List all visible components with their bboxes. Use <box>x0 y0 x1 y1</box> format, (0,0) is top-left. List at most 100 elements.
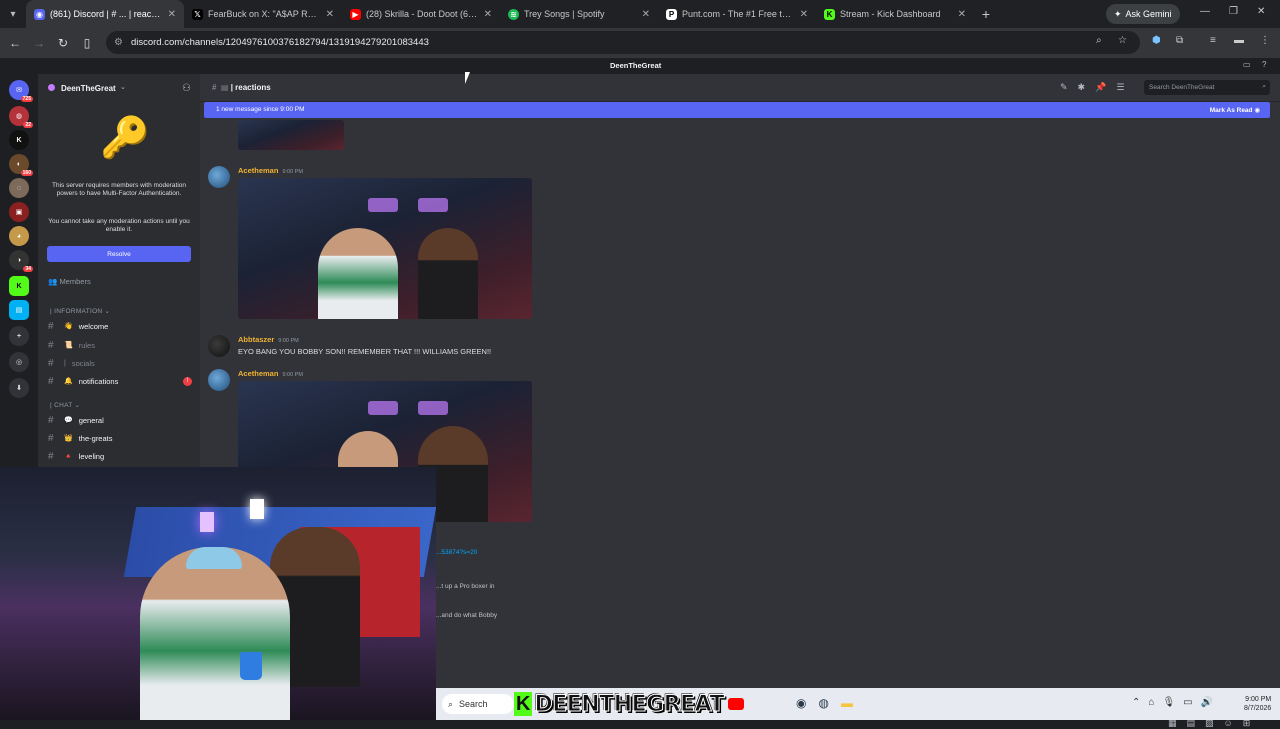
notification-settings-icon[interactable]: ✱ <box>1078 82 1096 92</box>
server-icon[interactable]: ▣ <box>9 202 29 222</box>
mark-as-read-button[interactable]: Mark As Read ◉ <box>1210 106 1260 114</box>
server-icon[interactable]: ◐ 160 <box>9 154 33 176</box>
tab-search-icon[interactable]: ▾ <box>0 0 26 28</box>
ask-gemini-button[interactable]: ✦ Ask Gemini <box>1106 4 1180 24</box>
direct-messages-icon[interactable]: ✉ 725 <box>9 80 33 102</box>
members-link[interactable]: 👥 Members <box>48 277 91 286</box>
message-author[interactable]: Acetheman 9:00 PM <box>238 166 303 175</box>
mention-badge: ! <box>183 376 192 386</box>
author-name: Acetheman <box>238 166 279 175</box>
server-icon[interactable]: ◑ 34 <box>9 250 33 272</box>
tab-kick[interactable]: K Stream - Kick Dashboard ✕ <box>816 0 974 28</box>
channel-label: rules <box>78 340 95 350</box>
server-icon[interactable]: ▤ <box>9 300 29 320</box>
server-name[interactable]: DeenTheGreat <box>61 84 116 93</box>
close-icon[interactable]: ✕ <box>484 9 492 20</box>
punt-icon: P <box>666 8 677 20</box>
channel-title-label: reactions <box>235 83 271 92</box>
close-icon[interactable]: ✕ <box>958 9 966 20</box>
resolve-button[interactable]: Resolve <box>47 246 191 262</box>
new-messages-bar[interactable]: 1 new message since 9:00 PM Mark As Read… <box>204 102 1270 118</box>
extensions-puzzle-icon[interactable]: ⧉ <box>1176 35 1183 46</box>
microphone-icon[interactable]: 🎙 <box>1162 697 1183 708</box>
close-icon[interactable]: ✕ <box>800 9 808 20</box>
message-author[interactable]: Abbtaszer 9:00 PM <box>238 335 299 344</box>
channel-leveling[interactable]: # 🔺 leveling <box>48 448 198 464</box>
channel-notifications[interactable]: # 🔔 notifications ! <box>48 373 198 389</box>
close-icon[interactable]: ✕ <box>326 9 334 20</box>
threads-icon[interactable]: ✎ <box>1060 82 1078 92</box>
category-information[interactable]: | INFORMATION ⌄ <box>50 307 110 315</box>
profile-icon[interactable]: ▬ <box>1234 35 1244 46</box>
tab-punt[interactable]: P Punt.com - The #1 Free to Play... ✕ <box>658 0 816 28</box>
extension-icon[interactable]: ⬢ <box>1152 35 1161 46</box>
media-controls-icon[interactable]: ≡ <box>1210 35 1216 46</box>
tab-discord[interactable]: ◉ (861) Discord | # ... | reactions ✕ <box>26 0 184 28</box>
site-info-icon[interactable]: ⚙ <box>114 37 123 48</box>
tab-spotify[interactable]: ≋ Trey Songs | Spotify ✕ <box>500 0 658 28</box>
webcam-cup <box>240 652 262 680</box>
browser-tab-bar: ▾ ◉ (861) Discord | # ... | reactions ✕ … <box>0 0 1280 28</box>
wave-icon: 👋 <box>64 323 73 330</box>
taskbar-search[interactable]: ⌕ Search <box>442 694 514 714</box>
restore-icon[interactable]: ❐ <box>1229 6 1238 17</box>
chevron-up-icon[interactable]: ⌃ <box>1132 697 1148 708</box>
bookmark-star-icon[interactable]: ☆ <box>1118 35 1127 46</box>
address-bar[interactable]: ⚙ discord.com/channels/12049761003761827… <box>106 31 1140 54</box>
forward-icon[interactable]: → <box>27 36 51 50</box>
taskbar-clock[interactable]: 9:00 PM 8/7/2026 <box>1244 695 1271 713</box>
discover-icon[interactable]: ◎ <box>9 352 29 372</box>
add-server-icon[interactable]: + <box>9 326 29 346</box>
help-icon[interactable]: ? <box>1262 60 1266 69</box>
avatar[interactable] <box>208 335 230 357</box>
category-chat[interactable]: | CHAT ⌄ <box>50 401 80 409</box>
tab-youtube[interactable]: ▶ (28) Skrilla - Doot Doot (6 7) (O... ✕ <box>342 0 500 28</box>
channel-rules[interactable]: # 📜 rules <box>48 337 198 353</box>
search-input[interactable]: Search DeenTheGreat ⌕ <box>1144 80 1270 95</box>
tab-x[interactable]: 𝕏 FearBuck on X: "A$AP Rocky g... ✕ <box>184 0 342 28</box>
menu-kebab-icon[interactable]: ⋮ <box>1260 35 1270 46</box>
server-icon[interactable]: K <box>9 276 29 296</box>
file-explorer-icon[interactable]: ▬ <box>841 696 865 710</box>
zoom-icon[interactable]: ⌕ <box>1096 35 1102 46</box>
avatar[interactable] <box>208 166 230 188</box>
display-icon[interactable]: ▭ <box>1183 697 1200 708</box>
bell-icon: 🔔 <box>64 378 73 385</box>
server-icon[interactable]: ◍ 22 <box>9 106 33 128</box>
mfa-subtext: You cannot take any moderation actions u… <box>48 218 190 234</box>
chrome-icon[interactable]: ◍ <box>818 696 840 710</box>
close-icon[interactable]: ✕ <box>168 9 176 20</box>
clock-date: 8/7/2026 <box>1244 705 1272 713</box>
download-icon[interactable]: ⬇ <box>9 378 29 398</box>
image-attachment[interactable] <box>238 120 344 150</box>
channel-welcome[interactable]: # 👋 welcome <box>48 318 198 334</box>
channel-socials[interactable]: # | socials <box>48 355 198 371</box>
reload-icon[interactable]: ↻ <box>51 36 75 50</box>
image-attachment[interactable] <box>238 178 532 319</box>
back-icon[interactable]: ← <box>3 36 27 50</box>
steam-icon[interactable]: ◉ <box>796 696 818 710</box>
server-icon[interactable]: K <box>9 130 29 150</box>
close-icon[interactable]: ✕ <box>642 9 650 20</box>
category-label: CHAT <box>54 402 73 409</box>
invite-people-icon[interactable]: ⚇ <box>182 83 191 94</box>
message-link[interactable]: ...53874?s=20 <box>436 549 477 556</box>
message-author[interactable]: Acetheman 9:00 PM <box>238 369 303 378</box>
sidepanel-icon[interactable]: ▯ <box>75 36 99 50</box>
channel-general[interactable]: # 💬 general <box>48 412 198 428</box>
minimize-icon[interactable]: — <box>1200 6 1210 17</box>
chevron-down-icon[interactable]: ⌄ <box>120 83 126 91</box>
speech-icon: 💬 <box>64 417 73 424</box>
new-tab-button[interactable]: + <box>974 6 998 22</box>
volume-icon[interactable]: 🔊 <box>1201 697 1221 708</box>
network-icon[interactable]: ⌂ <box>1148 697 1162 708</box>
inbox-icon[interactable]: ▭ <box>1243 60 1251 69</box>
server-icon[interactable]: ◌ <box>9 178 29 198</box>
avatar[interactable] <box>208 369 230 391</box>
server-icon[interactable]: ◕ <box>9 226 29 246</box>
member-list-icon[interactable]: ☰ <box>1116 82 1134 92</box>
window-close-icon[interactable]: ✕ <box>1257 6 1265 17</box>
channel-the-greats[interactable]: # 👑 the-greats <box>48 430 198 446</box>
pin-icon[interactable]: 📌 <box>1095 82 1116 92</box>
mouse-cursor <box>465 72 470 84</box>
